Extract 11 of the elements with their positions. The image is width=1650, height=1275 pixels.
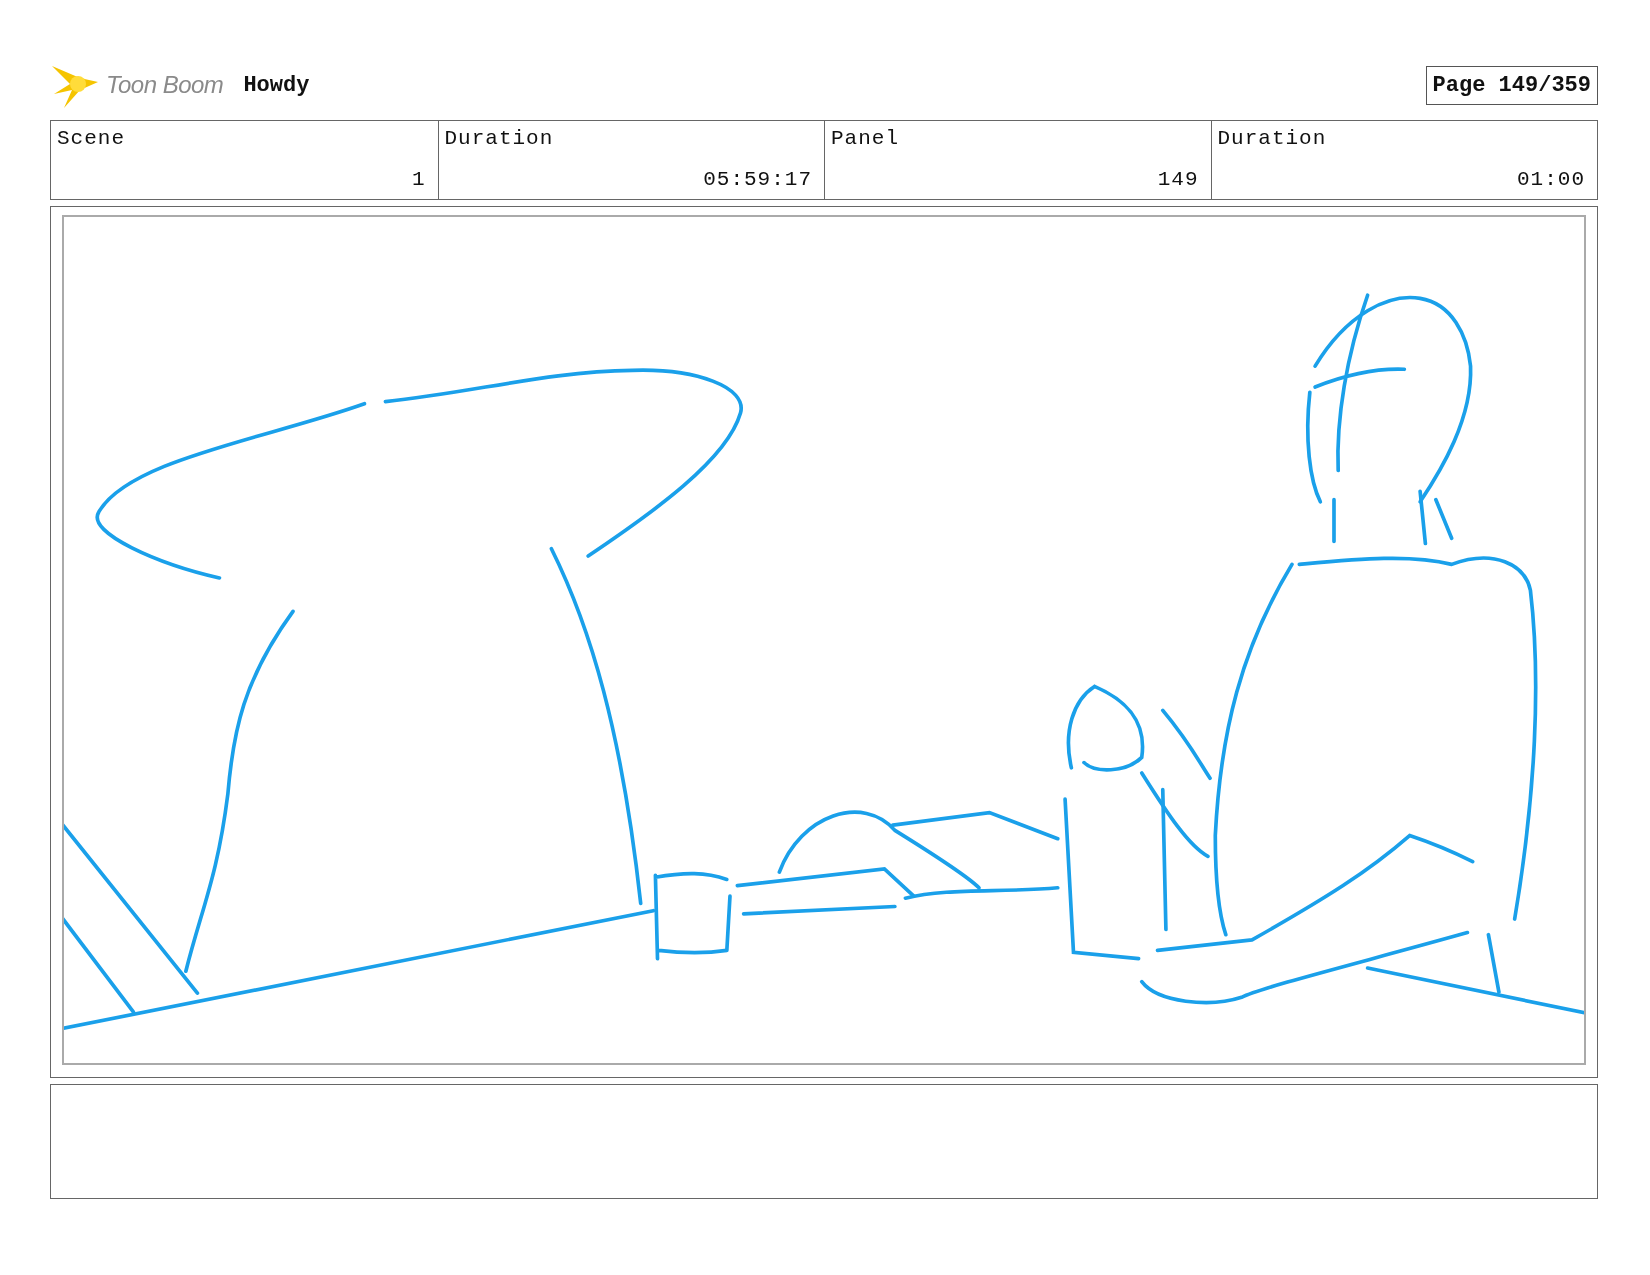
field-value: 1 [411,168,426,191]
field-value: 05:59:17 [703,168,812,191]
page-number: Page 149/359 [1425,65,1598,105]
field-value: 149 [1157,168,1199,191]
field-label: Duration [1217,127,1328,150]
field-label: Scene [57,127,126,150]
logo-text: Toon Boom [106,71,224,99]
field-value: 01:00 [1517,168,1585,191]
field-label: Duration [444,127,555,150]
field-label: Panel [831,127,900,150]
project-title: Howdy [243,72,310,98]
